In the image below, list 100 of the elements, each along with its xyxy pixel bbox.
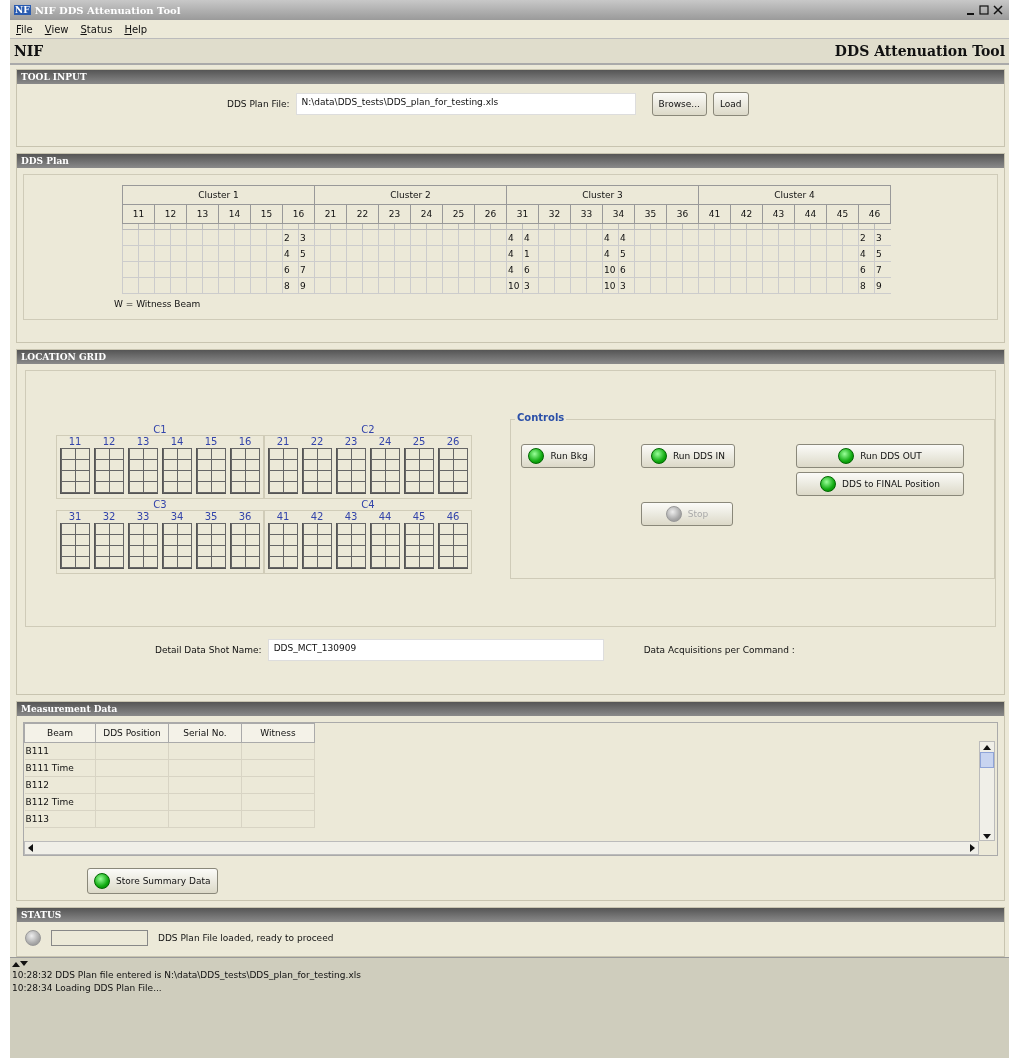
- led-icon: [838, 447, 855, 464]
- beam-grid[interactable]: [94, 447, 124, 494]
- beam-grid[interactable]: [94, 522, 124, 569]
- beam-label: 24: [378, 435, 392, 447]
- scroll-down-icon[interactable]: [983, 832, 991, 840]
- beam-grid[interactable]: [230, 447, 260, 494]
- beam-label: 13: [136, 435, 150, 447]
- table-cell: 7: [874, 261, 891, 278]
- beam-grid[interactable]: [438, 447, 468, 494]
- led-icon: [94, 873, 110, 889]
- beam-label: 33: [136, 510, 150, 522]
- beam-label: 25: [412, 435, 426, 447]
- beam-grid[interactable]: [268, 522, 298, 569]
- led-icon: [651, 447, 667, 464]
- table-header: 36: [666, 204, 699, 224]
- table-cell: 5: [298, 245, 315, 262]
- led-icon: [820, 475, 836, 492]
- input-field[interactable]: N:\data\DDS_tests\DDS_plan_for_testing.xls: [295, 93, 636, 115]
- beam-grid[interactable]: [268, 447, 298, 494]
- beam-grid[interactable]: [336, 522, 366, 569]
- beam-grid[interactable]: [370, 522, 400, 569]
- beam-grid[interactable]: [162, 522, 192, 569]
- column-header[interactable]: Beam: [24, 723, 96, 743]
- beam-label: 15: [204, 435, 218, 447]
- column-header[interactable]: Witness: [241, 723, 315, 743]
- table-header: 24: [410, 204, 443, 224]
- menu-item[interactable]: File: [16, 23, 33, 35]
- table-header: 31: [506, 204, 539, 224]
- scroll-right-icon[interactable]: [968, 844, 976, 852]
- beam-label: 35: [204, 510, 218, 522]
- expand-up-icon[interactable]: [12, 960, 20, 968]
- vertical-scrollbar[interactable]: [979, 741, 995, 841]
- table-header: 16: [282, 204, 315, 224]
- beam-grid[interactable]: [370, 447, 400, 494]
- table-header: Cluster 3: [506, 185, 699, 205]
- header-title: NIF: [14, 43, 44, 59]
- run-button[interactable]: DDS to FINAL Position: [796, 471, 964, 496]
- beam-grid[interactable]: [196, 522, 226, 569]
- table-cell: 4: [506, 245, 523, 262]
- beam-grid[interactable]: [60, 447, 90, 494]
- beam-grid[interactable]: [336, 447, 366, 494]
- beam-label: 11: [68, 435, 82, 447]
- beam-label: 26: [446, 435, 460, 447]
- scroll-thumb[interactable]: [980, 752, 994, 768]
- beam-grid[interactable]: [162, 447, 192, 494]
- beam-grid[interactable]: [302, 447, 332, 494]
- beam-grid[interactable]: [60, 522, 90, 569]
- led-icon: [528, 447, 545, 464]
- menu-item[interactable]: Help: [124, 23, 148, 35]
- beam-label: 32: [102, 510, 116, 522]
- beam-grid[interactable]: [404, 447, 434, 494]
- beam-grid[interactable]: [196, 447, 226, 494]
- table-header: 26: [474, 204, 507, 224]
- table-header: Cluster 1: [122, 185, 315, 205]
- table-cell: 7: [298, 261, 315, 278]
- horizontal-scrollbar[interactable]: [24, 841, 979, 855]
- input-field[interactable]: DDS_MCT_130909: [267, 639, 604, 661]
- table-cell: 6: [618, 261, 635, 278]
- beam-grid[interactable]: [230, 522, 260, 569]
- run-button[interactable]: Run DDS OUT: [796, 443, 964, 468]
- table-cell: 3: [522, 277, 539, 294]
- toolbar-button[interactable]: Load: [712, 92, 749, 116]
- cluster-label: C2: [361, 423, 375, 435]
- app-logo: NF: [14, 5, 31, 15]
- beam-label: 41: [276, 510, 290, 522]
- beam-grid[interactable]: [302, 522, 332, 569]
- menu-item[interactable]: View: [44, 23, 69, 35]
- table-header: 35: [634, 204, 667, 224]
- run-button[interactable]: Run Bkg: [521, 443, 595, 468]
- beam-grid[interactable]: [438, 522, 468, 569]
- column-header[interactable]: Serial No.: [168, 723, 242, 743]
- beam-grid[interactable]: [128, 522, 158, 569]
- log-line: 10:28:34 Loading DDS Plan File...: [12, 982, 163, 995]
- run-button[interactable]: Run DDS IN: [641, 443, 735, 468]
- table-header: 41: [698, 204, 731, 224]
- store-button[interactable]: Store Summary Data: [87, 868, 218, 894]
- table-header: 46: [858, 204, 891, 224]
- table-header: 12: [154, 204, 187, 224]
- menu-item[interactable]: Status: [80, 23, 113, 35]
- beam-grid[interactable]: [404, 522, 434, 569]
- table-cell: 9: [298, 277, 315, 294]
- table-cell: B113: [24, 810, 96, 828]
- table-header: 22: [346, 204, 379, 224]
- column-header[interactable]: DDS Position: [95, 723, 169, 743]
- collapse-down-icon[interactable]: [20, 960, 28, 968]
- section-header: TOOL INPUT: [17, 70, 1004, 84]
- window-title: NIF DDS Attenuation Tool: [34, 4, 182, 16]
- toolbar-button[interactable]: Browse...: [651, 92, 707, 116]
- table-header: 15: [250, 204, 283, 224]
- scroll-left-icon[interactable]: [27, 844, 35, 852]
- table-cell: 8: [282, 277, 299, 294]
- beam-grid[interactable]: [128, 447, 158, 494]
- table-header: 42: [730, 204, 763, 224]
- table-header: 43: [762, 204, 795, 224]
- table-cell: 6: [522, 261, 539, 278]
- table-header: 14: [218, 204, 251, 224]
- table-cell: 8: [858, 277, 875, 294]
- table-cell: 4: [506, 229, 523, 246]
- window-controls-icon[interactable]: [965, 4, 1005, 16]
- status-message: DDS Plan File loaded, ready to proceed: [158, 933, 334, 943]
